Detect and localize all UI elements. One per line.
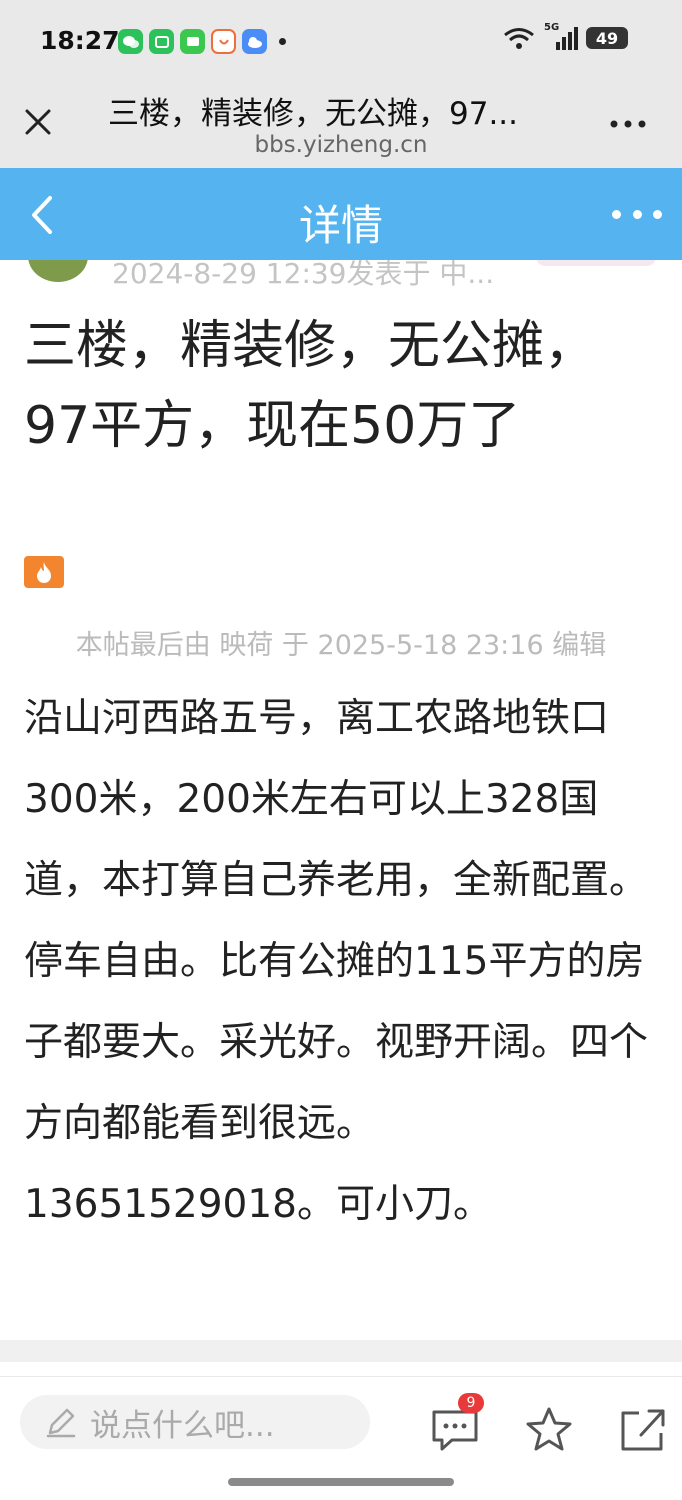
- signal-icon: 5G: [544, 22, 578, 50]
- status-indicators: 5G 49: [502, 22, 628, 50]
- wechat-icon: [118, 29, 143, 54]
- more-dot: [632, 209, 642, 219]
- share-icon: [621, 1409, 665, 1451]
- avatar[interactable]: [28, 260, 88, 282]
- star-icon: [526, 1407, 572, 1451]
- battery-indicator: 49: [586, 27, 628, 49]
- cloud-icon: [242, 29, 267, 54]
- post-meta: 2024-8-29 12:39发表于 中...: [112, 260, 495, 288]
- comments-button[interactable]: 9: [428, 1393, 484, 1457]
- browser-menu-button[interactable]: [608, 104, 648, 144]
- pencil-icon: [46, 1408, 76, 1438]
- page-title: 详情: [298, 201, 383, 250]
- share-button[interactable]: [616, 1403, 670, 1457]
- section-divider: [0, 1340, 682, 1362]
- comment-count-badge: 9: [458, 1393, 484, 1413]
- header-more-button[interactable]: [612, 204, 662, 224]
- status-time: 18:27: [40, 26, 120, 55]
- hot-icon: [24, 556, 64, 588]
- page-tab-title: 三楼，精装修，无公摊，97...: [108, 96, 519, 132]
- more-notifications-dot: [279, 38, 286, 45]
- app-header: 详情: [0, 168, 682, 260]
- more-dot: [653, 209, 662, 219]
- app-icon: [211, 29, 236, 54]
- status-bar: 18:27 5G 49: [0, 0, 682, 80]
- mi-icon: [149, 29, 174, 54]
- browser-bar: 三楼，精装修，无公摊，97... bbs.yizheng.cn: [0, 80, 682, 168]
- message-icon: [180, 29, 205, 54]
- edit-note: 本帖最后由 映荷 于 2025-5-18 23:16 编辑: [75, 630, 607, 661]
- comment-placeholder: 说点什么吧...: [90, 1407, 275, 1444]
- post-title: 三楼，精装修，无公摊，97平方，现在50万了: [24, 316, 597, 456]
- post-body: 沿山河西路五号，离工农路地铁口300米，200米左右可以上328国道，本打算自己…: [24, 696, 649, 1227]
- comment-icon: [432, 1410, 478, 1451]
- home-indicator[interactable]: [228, 1478, 454, 1486]
- favorite-button[interactable]: [522, 1403, 576, 1457]
- more-dot: [612, 209, 621, 219]
- notification-icons: [118, 29, 286, 54]
- page-url: bbs.yizheng.cn: [254, 132, 428, 158]
- author-row: 2024-8-29 12:39发表于 中...: [0, 260, 682, 288]
- author-badge: [536, 260, 656, 266]
- more-icon: [610, 120, 646, 128]
- comment-input[interactable]: 说点什么吧...: [20, 1395, 370, 1449]
- wifi-icon: [504, 28, 534, 49]
